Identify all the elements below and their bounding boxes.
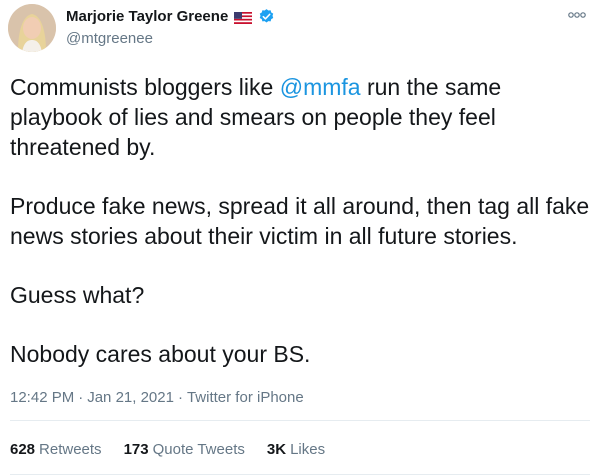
us-flag-icon: [234, 11, 253, 24]
tweet-stats: 628 Retweets 173 Quote Tweets 3K Likes: [10, 441, 325, 458]
quote-tweets-label: Quote Tweets: [152, 441, 245, 458]
display-name[interactable]: Marjorie Taylor Greene: [66, 8, 228, 25]
mention-link[interactable]: @mmfa: [280, 74, 361, 100]
quote-tweets-stat[interactable]: 173 Quote Tweets: [124, 441, 245, 458]
tweet-date[interactable]: Jan 21, 2021: [87, 389, 174, 406]
tweet-paragraph-2: Produce fake news, spread it all around,…: [10, 193, 590, 249]
more-options-icon[interactable]: [566, 8, 588, 22]
likes-stat[interactable]: 3K Likes: [267, 441, 325, 458]
handle[interactable]: @mtgreenee: [66, 30, 153, 47]
avatar[interactable]: [8, 4, 56, 52]
retweets-count: 628: [10, 441, 36, 458]
verified-badge-icon: [258, 8, 275, 25]
tweet-meta: 12:42 PM · Jan 21, 2021 · Twitter for iP…: [10, 389, 304, 406]
retweets-label: Retweets: [39, 441, 102, 458]
divider: [10, 420, 590, 421]
tweet-card: Marjorie Taylor Greene @mtgreenee Commun…: [0, 0, 600, 475]
tweet-paragraph-3: Guess what?: [10, 282, 145, 308]
tweet-paragraph-1: Communists bloggers like @mmfa run the s…: [10, 72, 590, 162]
meta-separator: ·: [177, 389, 183, 406]
avatar-image: [8, 4, 56, 52]
likes-count: 3K: [266, 441, 287, 458]
meta-separator: ·: [78, 389, 84, 406]
tweet-time[interactable]: 12:42 PM: [10, 389, 74, 406]
likes-label: Likes: [290, 441, 326, 458]
retweets-stat[interactable]: 628 Retweets: [10, 441, 102, 458]
name-row: Marjorie Taylor Greene: [66, 8, 275, 25]
tweet-paragraph-4: Nobody cares about your BS.: [10, 341, 311, 367]
tweet-text: Communists bloggers like @mmfa run the s…: [10, 72, 590, 369]
quote-tweets-count: 173: [123, 441, 149, 458]
tweet-source[interactable]: Twitter for iPhone: [187, 389, 304, 406]
tweet-text-1a: Communists bloggers like: [10, 74, 280, 100]
